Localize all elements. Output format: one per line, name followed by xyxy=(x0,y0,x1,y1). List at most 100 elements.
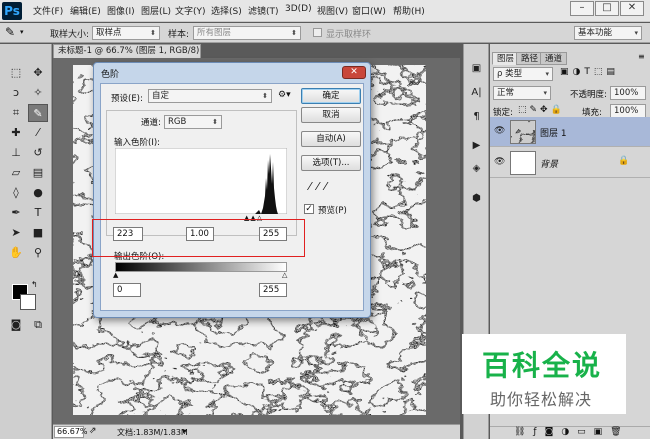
menu-file[interactable]: 文件(F) xyxy=(33,4,63,17)
options-button[interactable]: 选项(T)... xyxy=(301,155,361,171)
output-white-field[interactable]: 255 xyxy=(259,283,287,297)
menu-window[interactable]: 窗口(W) xyxy=(352,4,386,17)
move-tool-icon[interactable]: ✥ xyxy=(28,64,48,82)
screen-mode-icon[interactable]: ⧉ xyxy=(28,316,48,334)
eraser-tool-icon[interactable]: ▱ xyxy=(6,164,26,182)
watermark-title: 百科全说 xyxy=(482,349,603,382)
tab-layers[interactable]: 图层 xyxy=(492,52,520,65)
channel-value: RGB xyxy=(168,117,187,127)
layer-row-background[interactable]: 👁 背景 🔒 xyxy=(490,148,650,178)
menu-filter[interactable]: 滤镜(T) xyxy=(248,4,279,17)
hand-tool-icon[interactable]: ✋ xyxy=(6,244,26,262)
eyedropper-icons[interactable]: ⁄⁄⁄ xyxy=(309,180,333,193)
menu-help[interactable]: 帮助(H) xyxy=(393,4,425,17)
sample-select[interactable]: 所有图层 ⬍ xyxy=(193,26,301,40)
chevron-updown-icon: ⬍ xyxy=(291,29,297,37)
magic-wand-tool-icon[interactable]: ✧ xyxy=(28,84,48,102)
history-brush-tool-icon[interactable]: ↺ xyxy=(28,144,48,162)
highlight-annotation xyxy=(92,219,305,257)
history-panel-icon[interactable]: ▣ xyxy=(468,60,485,77)
blur-tool-icon[interactable]: ◊ xyxy=(6,184,26,202)
status-menu-arrow-icon[interactable]: ▸ xyxy=(183,426,187,435)
lasso-tool-icon[interactable]: ↄ xyxy=(6,84,26,102)
chevron-down-icon: ▾ xyxy=(543,89,547,97)
channel-label: 通道: xyxy=(141,118,161,128)
fill-field[interactable]: 100% xyxy=(610,104,646,118)
clone-stamp-tool-icon[interactable]: ⊥ xyxy=(6,144,26,162)
show-ring-label: 显示取样环 xyxy=(326,30,372,40)
layers-footer-icons[interactable]: ⛓ƒ◙◑▭▣🗑 xyxy=(490,426,650,439)
menu-type[interactable]: 文字(Y) xyxy=(175,4,206,17)
close-button[interactable]: ✕ xyxy=(620,1,644,16)
swap-colors-icon[interactable]: ↰ xyxy=(31,280,38,289)
output-black-slider[interactable]: ▲ xyxy=(113,271,118,279)
sample-size-value: 取样点 xyxy=(96,28,122,38)
menu-image[interactable]: 图像(I) xyxy=(107,4,135,17)
menu-layer[interactable]: 图层(L) xyxy=(141,4,171,17)
sample-size-select[interactable]: 取样点 ⬍ xyxy=(92,26,160,40)
marquee-tool-icon[interactable]: ⬚ xyxy=(6,64,26,82)
menu-view[interactable]: 视图(V) xyxy=(317,4,348,17)
dialog-close-button[interactable]: ✕ xyxy=(342,66,366,79)
menu-edit[interactable]: 编辑(E) xyxy=(70,4,101,17)
zoom-tool-icon[interactable]: ⚲ xyxy=(28,244,48,262)
eye-icon[interactable]: 👁 xyxy=(494,126,505,136)
crop-tool-icon[interactable]: ⌗ xyxy=(6,104,26,122)
document-tab[interactable]: 未标题-1 @ 66.7% (图层 1, RGB/8) * × xyxy=(53,44,201,69)
restore-button[interactable]: □ xyxy=(595,1,619,16)
pen-tool-icon[interactable]: ✒ xyxy=(6,204,26,222)
path-selection-tool-icon[interactable]: ➤ xyxy=(6,224,26,242)
tab-channels[interactable]: 通道 xyxy=(540,52,568,65)
gradient-tool-icon[interactable]: ▤ xyxy=(28,164,48,182)
auto-button[interactable]: 自动(A) xyxy=(301,131,361,147)
preset-select[interactable]: 自定 ⬍ xyxy=(148,89,272,103)
show-ring-checkbox[interactable] xyxy=(313,28,322,37)
actions-panel-icon[interactable]: ▶ xyxy=(468,137,485,154)
export-icon[interactable]: ⇗ xyxy=(89,426,97,436)
sample-size-label: 取样大小: xyxy=(50,30,90,40)
eyedropper-tool-icon[interactable]: ✎ xyxy=(28,104,48,122)
panel-menu-icon[interactable]: ≡ xyxy=(638,52,645,61)
3d-panel-icon[interactable]: ⬢ xyxy=(468,190,485,207)
ok-button[interactable]: 确定 xyxy=(301,88,361,104)
background-color-swatch[interactable] xyxy=(20,294,36,310)
healing-brush-tool-icon[interactable]: ✚ xyxy=(6,124,26,142)
layer-name[interactable]: 背景 xyxy=(540,157,558,170)
preview-checkbox[interactable]: ✓ xyxy=(304,204,314,214)
eye-icon[interactable]: 👁 xyxy=(494,157,505,167)
character-panel-icon[interactable]: A| xyxy=(468,84,485,101)
menu-3d[interactable]: 3D(D) xyxy=(285,4,312,14)
channel-select[interactable]: RGB ⬍ xyxy=(164,115,222,129)
rectangle-tool-icon[interactable]: ■ xyxy=(28,224,48,242)
menu-select[interactable]: 选择(S) xyxy=(211,4,242,17)
layer-filter-select[interactable]: ρ 类型 ▾ xyxy=(493,67,553,81)
quick-mask-icon[interactable]: ◙ xyxy=(6,316,26,334)
preset-options-gear-icon[interactable]: ⚙▾ xyxy=(278,90,291,100)
lock-icons[interactable]: ⬚✎✥🔒 xyxy=(518,105,565,115)
chevron-updown-icon: ⬍ xyxy=(150,29,156,37)
type-tool-icon[interactable]: T xyxy=(28,204,48,222)
opacity-field[interactable]: 100% xyxy=(610,86,646,100)
workspace-select[interactable]: 基本功能 ▾ xyxy=(574,26,642,40)
output-white-slider[interactable]: △ xyxy=(282,271,287,279)
filter-icons[interactable]: ▣◑T⬚▤ xyxy=(560,67,619,77)
output-black-field[interactable]: 0 xyxy=(113,283,141,297)
adjustments-panel-icon[interactable]: ◈ xyxy=(468,160,485,177)
brush-tool-icon[interactable]: ⁄ xyxy=(28,124,48,142)
paragraph-panel-icon[interactable]: ¶ xyxy=(468,108,485,125)
histogram xyxy=(115,148,287,214)
zoom-field[interactable]: 66.67% xyxy=(54,426,88,438)
tool-preset-chevron-icon[interactable]: ▾ xyxy=(20,28,24,36)
blend-mode-select[interactable]: 正常 ▾ xyxy=(493,86,551,100)
cancel-button[interactable]: 取消 xyxy=(301,107,361,123)
tools-panel: ⬚ ✥ ↄ ✧ ⌗ ✎ ✚ ⁄ ⊥ ↺ ▱ ▤ ◊ ● ✒ T ➤ ■ ✋ ⚲ … xyxy=(0,44,52,439)
layer-name[interactable]: 图层 1 xyxy=(540,126,567,139)
layer-row-layer1[interactable]: 👁 图层 1 xyxy=(490,117,650,147)
dodge-tool-icon[interactable]: ● xyxy=(28,184,48,202)
minimize-button[interactable]: – xyxy=(570,1,594,16)
tab-paths[interactable]: 路径 xyxy=(516,52,544,65)
preview-label: 预览(P) xyxy=(318,206,347,216)
eyedropper-tool-icon[interactable]: ✎ xyxy=(5,25,15,39)
dialog-title: 色阶 xyxy=(101,70,120,80)
chevron-down-icon: ▾ xyxy=(634,29,638,37)
